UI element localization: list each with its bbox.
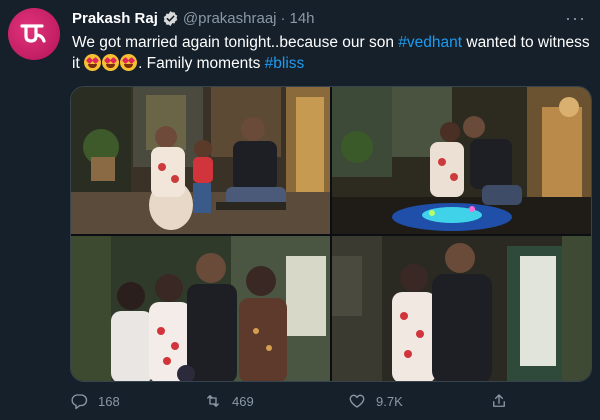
heart-eyes-emoji-icon (120, 54, 138, 71)
retweet-icon (207, 395, 219, 407)
heart-eyes-emoji-icon (84, 54, 102, 71)
separator-dot: · (280, 10, 286, 27)
tweet-text-part3: . Family moments (138, 55, 265, 72)
tweet-text: We got married again tonight..because ou… (72, 32, 592, 74)
heart-icon (349, 394, 365, 408)
retweet-button[interactable]: 469 (204, 392, 254, 410)
tweet-header: Prakash Raj @prakashraaj · 14h (72, 10, 315, 27)
like-count: 9.7K (376, 393, 403, 409)
hashtag-bliss[interactable]: #bliss (265, 55, 305, 72)
logo-icon (20, 24, 46, 43)
tweet-card[interactable]: Prakash Raj @prakashraaj · 14h ··· We go… (0, 0, 600, 420)
tweet-time[interactable]: 14h (290, 10, 315, 27)
photo-1[interactable] (71, 87, 330, 234)
action-bar: 168 469 9.7K (70, 392, 590, 416)
tweet-text-part1: We got married again tonight..because ou… (72, 34, 399, 51)
avatar[interactable] (8, 8, 60, 60)
heart-eyes-emoji-icon (102, 54, 120, 71)
share-icon (493, 394, 505, 407)
share-button[interactable] (490, 392, 508, 410)
retweet-count: 469 (232, 393, 254, 409)
reply-button[interactable]: 168 (70, 392, 120, 410)
author-name[interactable]: Prakash Raj (72, 10, 158, 27)
reply-count: 168 (98, 393, 120, 409)
media-grid (70, 86, 592, 382)
author-handle[interactable]: @prakashraaj (183, 10, 277, 27)
photo-4[interactable] (332, 236, 591, 381)
hashtag-vedhant[interactable]: #vedhant (398, 34, 462, 51)
like-button[interactable]: 9.7K (348, 392, 403, 410)
more-options-icon[interactable]: ··· (565, 8, 586, 29)
photo-2[interactable] (332, 87, 591, 234)
verified-badge-icon (163, 11, 178, 26)
reply-icon (71, 394, 88, 410)
photo-3[interactable] (71, 236, 330, 381)
